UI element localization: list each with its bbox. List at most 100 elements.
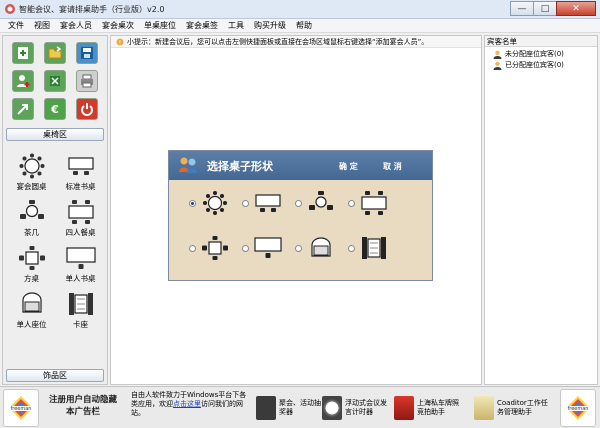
menu-upgrade[interactable]: 购买升级 (254, 20, 286, 31)
table-item-square[interactable]: 方桌 (7, 244, 56, 286)
menu-tables[interactable]: 宴会桌次 (102, 20, 134, 31)
guest-list-panel: 宾客名单 未分配座位宾客(0) 已分配座位宾客(0) (484, 35, 598, 385)
four-seat-table-icon (361, 191, 387, 215)
radio-selected[interactable] (189, 199, 196, 207)
table-label: 单人座位 (16, 320, 47, 329)
menu-place-cards[interactable]: 宴会桌签 (186, 20, 218, 31)
menu-guests[interactable]: 宴会人员 (60, 20, 92, 31)
table-item-desk[interactable]: 标准书桌 (56, 152, 105, 194)
ad-product-plate[interactable]: 上海私车牌照竞拍助手 (394, 393, 465, 423)
dialog-title: 选择桌子形状 (207, 160, 273, 173)
freeman-logo-left[interactable]: freeman (3, 389, 39, 427)
table-item-tea[interactable]: 茶几 (7, 198, 56, 240)
user-icon (493, 50, 502, 59)
radio[interactable] (189, 244, 196, 252)
shape-row-1 (189, 188, 429, 218)
purchase-button[interactable]: € (44, 98, 66, 120)
toolbar-grid: € (12, 42, 102, 120)
tree-item-unassigned[interactable]: 未分配座位宾客(0) (493, 49, 564, 59)
ad-product-lottery[interactable]: 聚会、活动抽奖器 (256, 393, 327, 423)
shape-option-single-desk[interactable] (242, 233, 295, 263)
new-button[interactable] (12, 42, 34, 64)
single-seat-icon (311, 237, 331, 257)
left-panel: € 桌椅区 宴会圆桌 标准书桌 茶几 四人餐桌 方桌 单人书桌 单人座位 卡座 … (2, 35, 108, 385)
shape-option-round[interactable] (189, 188, 242, 218)
svg-text:freeman: freeman (11, 406, 32, 412)
euro-icon: € (50, 103, 59, 116)
table-item-single-desk[interactable]: 单人书桌 (56, 244, 105, 286)
ad-product-timer[interactable]: 浮动式会议发言计时器 (322, 393, 393, 423)
tree-item-label: 已分配座位宾客(0) (505, 61, 564, 69)
shape-option-single-seat[interactable] (295, 233, 348, 263)
shape-option-tea[interactable] (295, 188, 348, 218)
table-label: 标准书桌 (65, 182, 96, 191)
print-button[interactable] (76, 70, 98, 92)
radio[interactable] (348, 244, 355, 252)
single-desk-icon (254, 237, 282, 258)
shape-option-desk[interactable] (242, 188, 295, 218)
folder-open-icon (48, 46, 62, 59)
menu-view[interactable]: 视图 (34, 20, 50, 31)
four-seat-table-icon (67, 200, 94, 224)
tree-item-assigned[interactable]: 已分配座位宾客(0) (493, 60, 564, 70)
radio[interactable] (348, 199, 355, 207)
cancel-button[interactable]: 取 消 (383, 161, 402, 172)
round-table-icon (19, 153, 44, 179)
ad-slogan: 注册用户自动隐藏 本广告栏 (43, 394, 123, 418)
table-item-four-seat[interactable]: 四人餐桌 (56, 198, 105, 240)
radio[interactable] (242, 199, 249, 207)
people-icon (179, 157, 197, 173)
maximize-button[interactable]: □ (533, 1, 557, 16)
shape-option-four-seat[interactable] (348, 188, 401, 218)
radio[interactable] (242, 244, 249, 252)
freeman-logo-icon: freeman (9, 396, 33, 420)
table-label: 单人书桌 (65, 274, 96, 283)
close-button[interactable]: ✕ (556, 1, 596, 16)
exit-button[interactable] (76, 98, 98, 120)
tree-item-label: 未分配座位宾客(0) (505, 50, 564, 58)
svg-text:€: € (50, 103, 59, 116)
minimize-button[interactable]: — (510, 1, 534, 16)
round-table-icon (203, 191, 227, 215)
desk-icon (255, 194, 281, 212)
svg-text:freeman: freeman (568, 406, 589, 412)
user-icon (493, 61, 502, 70)
add-guest-button[interactable] (12, 70, 34, 92)
tea-table-icon (19, 200, 44, 219)
window-title: 智能会议、宴请排桌助手（行业版）v2.0 (19, 5, 165, 14)
table-item-single-seat[interactable]: 单人座位 (7, 290, 56, 332)
shape-option-square[interactable] (189, 233, 242, 263)
section-header-tables[interactable]: 桌椅区 (6, 128, 104, 141)
open-button[interactable] (44, 42, 66, 64)
section-header-decor[interactable]: 饰品区 (6, 369, 104, 382)
save-button[interactable] (76, 42, 98, 64)
save-disk-icon (81, 47, 93, 59)
ad-description: 自由人软件致力于Windows平台下各类应用，欢迎点击这里访问我们的网站。 (131, 391, 251, 418)
new-document-icon (18, 47, 28, 59)
menu-tools[interactable]: 工具 (228, 20, 244, 31)
menu-file[interactable]: 文件 (8, 20, 24, 31)
radio[interactable] (295, 199, 302, 207)
table-item-booth[interactable]: 卡座 (56, 290, 105, 332)
car-icon (394, 396, 414, 420)
arrow-export-icon (17, 104, 28, 115)
ok-button[interactable]: 确 定 (339, 161, 358, 172)
freeman-logo-right[interactable]: freeman (560, 389, 596, 427)
single-desk-icon (65, 247, 96, 269)
choose-table-shape-dialog: 选择桌子形状 确 定 取 消 (168, 150, 433, 281)
ad-link[interactable]: 点击这里 (173, 400, 201, 408)
share-button[interactable] (12, 98, 34, 120)
shape-option-booth[interactable] (348, 233, 401, 263)
table-item-round[interactable]: 宴会圆桌 (7, 152, 56, 194)
radio[interactable] (295, 244, 302, 252)
window-controls: — □ ✕ (510, 1, 596, 16)
lottery-icon (256, 396, 276, 420)
booth-icon (68, 293, 93, 315)
square-table-icon (18, 246, 45, 270)
ad-product-coaditor[interactable]: Coaditor工作任务管理助手 (474, 393, 551, 423)
menu-seats[interactable]: 单桌座位 (144, 20, 176, 31)
table-label: 方桌 (24, 274, 39, 283)
venue-canvas[interactable]: ! 小提示：新建会议后，您可以点击左侧快捷面板或直接在会场区域鼠标右键选择“添加… (110, 35, 482, 385)
menu-help[interactable]: 帮助 (296, 20, 312, 31)
export-button[interactable] (44, 70, 66, 92)
